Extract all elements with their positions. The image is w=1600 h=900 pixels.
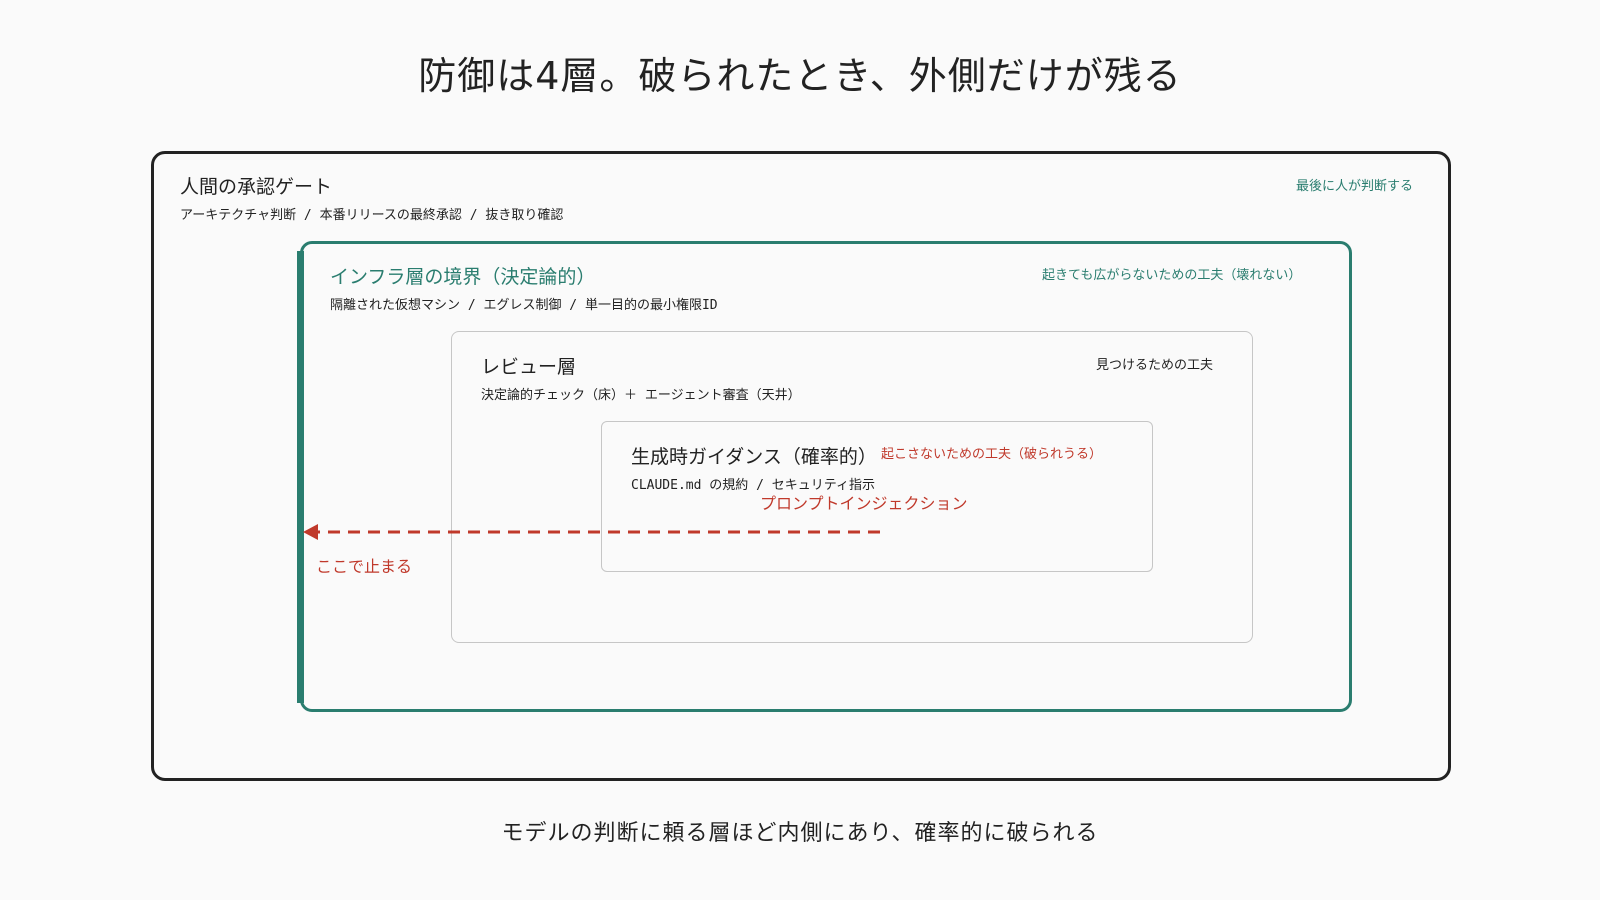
injection-arrow bbox=[303, 524, 880, 540]
stop-here-label: ここで止まる bbox=[316, 557, 413, 576]
footer-caption: モデルの判断に頼る層ほど内側にあり、確率的に破られる bbox=[501, 821, 1099, 846]
diagram-canvas: 防御は4層。破られたとき、外側だけが残る 人間の承認ゲート アーキテクチャ判断 … bbox=[0, 0, 1600, 900]
injection-arrow-head bbox=[303, 524, 318, 540]
